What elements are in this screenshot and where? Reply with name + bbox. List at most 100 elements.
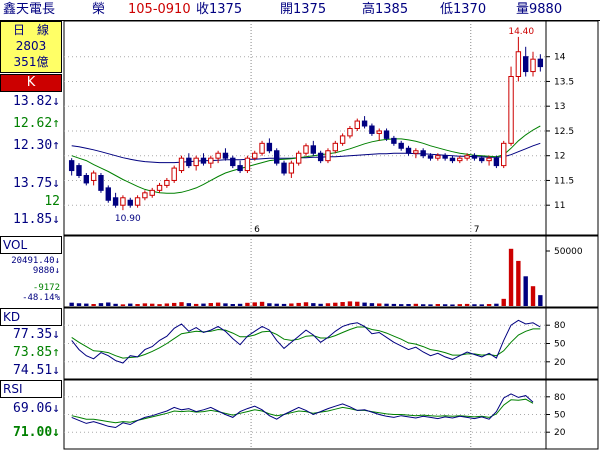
volume-bar <box>399 304 404 306</box>
candle-down <box>522 56 529 73</box>
volume-bar <box>179 302 184 306</box>
volume-bar <box>340 302 345 306</box>
candle-down <box>383 130 390 139</box>
candle-up <box>288 162 295 174</box>
volume-bar <box>413 303 419 306</box>
candle-up <box>259 142 265 154</box>
volume-bar <box>362 302 367 306</box>
candle-up <box>120 197 126 206</box>
candle-up <box>325 150 331 162</box>
price-tick-label: 12 <box>554 152 565 162</box>
candle-up <box>149 189 155 196</box>
candle-down <box>274 150 280 164</box>
candle-up <box>134 197 141 206</box>
candle-up <box>171 167 177 181</box>
volume-bar <box>442 304 448 306</box>
candle-up <box>164 179 170 186</box>
osc-tick-label: 20 <box>554 358 566 368</box>
volume-bar <box>428 304 433 306</box>
volume-bar <box>164 303 170 306</box>
candle-up <box>457 157 463 162</box>
candle-up <box>142 192 148 199</box>
candle-down <box>222 152 229 159</box>
osc-tick-label: 80 <box>554 393 566 403</box>
candle-down <box>369 125 375 134</box>
volume-bar <box>391 303 397 306</box>
volume-bar <box>435 304 441 306</box>
price-tick-label: 14 <box>554 53 566 63</box>
candle-down <box>310 145 317 154</box>
candle-down <box>442 155 448 159</box>
candle-up <box>501 142 507 167</box>
volume-bar <box>128 303 133 306</box>
volume-bar <box>457 304 462 306</box>
candle-up <box>515 51 522 77</box>
candle-up <box>354 120 360 129</box>
stock-chart[interactable]: 6789 1111.51212.51313.514 205080 205080 … <box>0 0 600 450</box>
volume-bar <box>252 302 257 306</box>
volume-bar <box>245 302 250 306</box>
volume-bar <box>171 302 177 306</box>
volume-bar <box>538 295 543 306</box>
osc-tick-label: 50 <box>554 340 566 350</box>
candle-down <box>127 199 133 206</box>
candle-down <box>105 187 111 201</box>
candle-down <box>83 175 90 184</box>
volume-bar <box>135 304 140 306</box>
candle-down <box>493 157 500 167</box>
volume-bar <box>347 301 353 306</box>
volume-bar <box>318 303 323 306</box>
volume-bar <box>303 302 309 306</box>
candle-up <box>156 184 163 191</box>
volume-bar <box>377 303 382 306</box>
volume-bar <box>120 304 126 306</box>
volume-bar <box>369 303 375 306</box>
candle-up <box>208 157 214 164</box>
x-tick-label: 7 <box>474 225 480 235</box>
candle-down <box>186 157 192 167</box>
volume-bar <box>464 303 470 306</box>
volume-bar <box>516 260 521 306</box>
candle-down <box>427 155 434 159</box>
volume-bar <box>267 303 272 306</box>
volume-bar <box>215 302 221 306</box>
volume-bar <box>274 303 279 306</box>
volume-bar <box>208 303 213 306</box>
candle-up <box>252 152 258 159</box>
candle-up <box>530 58 536 73</box>
volume-axis-label: 50000 <box>554 247 583 257</box>
volume-bar <box>450 304 455 306</box>
volume-bar <box>530 286 536 306</box>
x-tick-label: 6 <box>254 225 260 235</box>
volume-bar <box>333 302 338 306</box>
volume-bar <box>479 304 484 306</box>
candle-up <box>347 127 353 137</box>
candle-down <box>471 155 478 159</box>
volume-bar <box>281 303 287 306</box>
volume-bar <box>106 302 111 306</box>
price-tick-label: 13 <box>554 102 565 112</box>
candle-down <box>200 157 207 164</box>
volume-bar <box>501 298 506 306</box>
volume-bar <box>98 303 104 306</box>
candle-up <box>244 157 251 172</box>
candle-up <box>332 142 338 152</box>
volume-bar <box>508 248 514 306</box>
candle-up <box>215 152 221 159</box>
candle-down <box>112 197 119 206</box>
volume-bar <box>113 303 118 306</box>
candle-up <box>90 172 97 181</box>
candle-up <box>303 145 309 154</box>
volume-bar <box>223 303 228 306</box>
candle-up <box>295 152 302 164</box>
volume-bar <box>420 304 426 306</box>
candle-up <box>376 130 382 134</box>
volume-bar <box>523 276 528 306</box>
price-tick-label: 11 <box>554 201 565 211</box>
candle-down <box>420 150 426 157</box>
candle-up <box>193 157 199 167</box>
osc-tick-label: 50 <box>554 411 566 421</box>
volume-bar <box>406 304 411 306</box>
candle-down <box>76 165 82 177</box>
osc-tick-label: 80 <box>554 321 566 331</box>
